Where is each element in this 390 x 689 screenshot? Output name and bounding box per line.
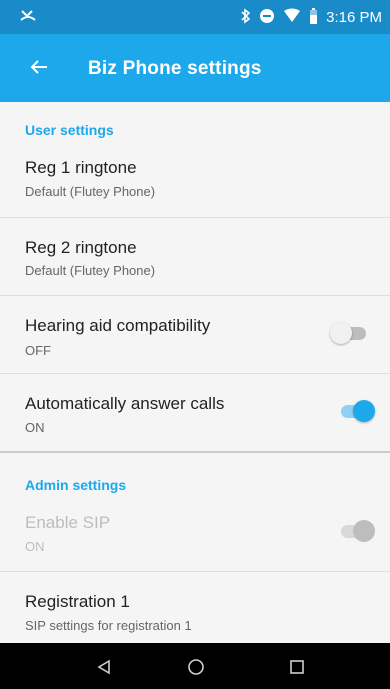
divider	[0, 217, 390, 218]
setting-summary: OFF	[25, 343, 51, 358]
setting-title: Reg 1 ringtone	[25, 158, 137, 177]
toggle-thumb	[353, 400, 375, 422]
setting-summary: ON	[25, 420, 45, 435]
divider	[0, 373, 390, 374]
settings-list[interactable]: User settings Reg 1 ringtone Default (Fl…	[0, 102, 390, 643]
hearing-aid-toggle[interactable]	[330, 321, 370, 345]
setting-title: Enable SIP	[25, 513, 111, 532]
setting-summary: SIP settings for registration 1	[25, 618, 192, 633]
toggle-thumb	[353, 520, 375, 542]
setting-title: Automatically answer calls	[25, 394, 225, 413]
missed-call-icon	[20, 8, 36, 28]
battery-icon	[309, 7, 318, 27]
setting-summary: ON	[25, 539, 45, 554]
auto-answer-toggle[interactable]	[335, 399, 375, 423]
setting-title: Registration 1	[25, 592, 130, 611]
arrow-left-icon[interactable]	[30, 56, 48, 80]
app-bar: Biz Phone settings	[0, 34, 390, 102]
back-triangle-icon[interactable]	[90, 653, 118, 681]
home-circle-icon[interactable]	[182, 653, 210, 681]
status-bar: 3:16 PM	[0, 0, 390, 34]
toggle-thumb	[330, 322, 352, 344]
divider	[0, 295, 390, 296]
setting-summary: Default (Flutey Phone)	[25, 184, 156, 199]
status-icons: 3:16 PM	[241, 0, 382, 34]
setting-title: Hearing aid compatibility	[25, 316, 211, 335]
section-header-admin: Admin settings	[25, 477, 127, 493]
enable-sip-toggle	[335, 519, 375, 543]
navigation-bar	[0, 643, 390, 689]
page-title: Biz Phone settings	[88, 58, 262, 79]
setting-summary: Default (Flutey Phone)	[25, 263, 156, 278]
section-divider	[0, 451, 390, 453]
do-not-disturb-icon	[259, 8, 275, 27]
wifi-icon	[283, 8, 301, 27]
divider	[0, 571, 390, 572]
setting-title: Reg 2 ringtone	[25, 238, 137, 257]
bluetooth-icon	[241, 7, 251, 27]
recents-square-icon[interactable]	[283, 653, 311, 681]
section-header-user: User settings	[25, 122, 114, 138]
status-time: 3:16 PM	[326, 8, 382, 26]
